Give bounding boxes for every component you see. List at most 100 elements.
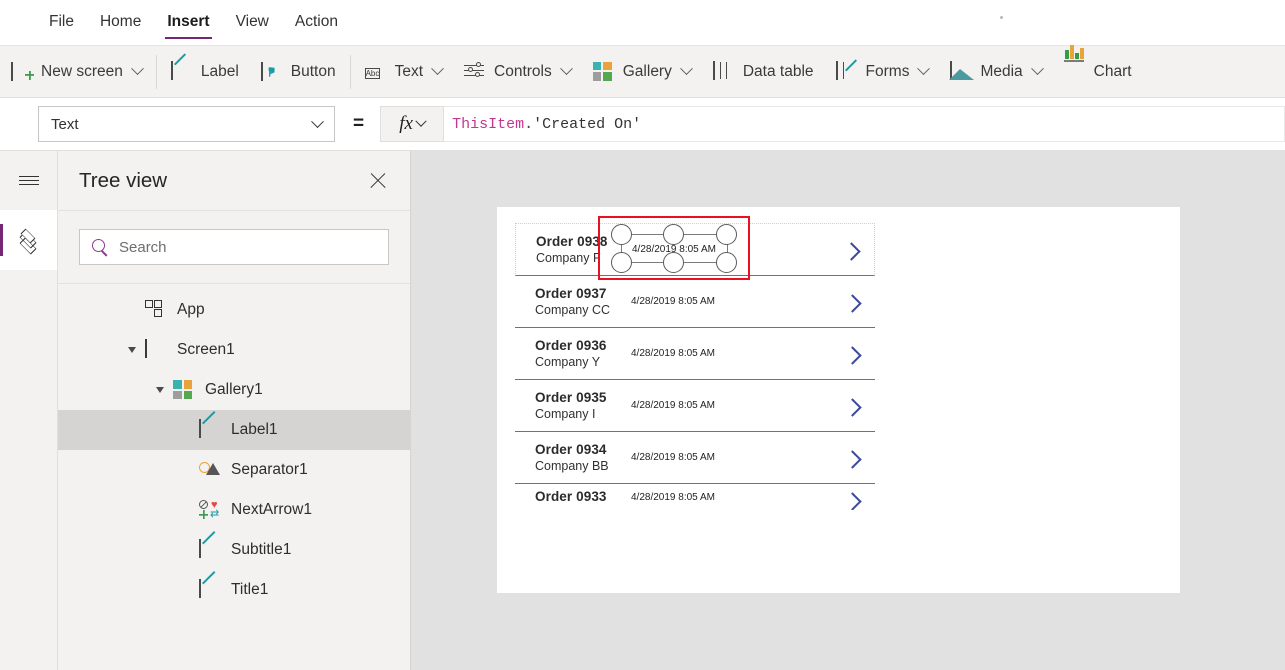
layers-icon <box>17 228 41 251</box>
next-arrow-icon: ♥ ⇄ <box>199 500 221 520</box>
chevron-down-icon <box>431 62 444 76</box>
tree-node-gallery1[interactable]: Gallery1 <box>58 370 410 410</box>
close-icon[interactable] <box>366 169 390 193</box>
gallery-icon <box>173 380 195 400</box>
gallery-row[interactable]: Order 0936 Company Y 4/28/2019 8:05 AM <box>515 328 875 380</box>
insert-controls-label: Controls <box>494 62 552 80</box>
tree-node-separator1[interactable]: Separator1 <box>58 450 410 490</box>
tree-node-screen1[interactable]: Screen1 <box>58 330 410 370</box>
gallery-icon <box>592 61 615 82</box>
insert-media-menu[interactable]: Media <box>939 52 1052 92</box>
tree-view-rail-button[interactable] <box>0 210 57 270</box>
menu-item-file[interactable]: File <box>36 0 87 42</box>
fx-button[interactable]: fx <box>380 106 445 142</box>
insert-chart-label: Chart <box>1093 62 1132 80</box>
gallery-row[interactable]: Order 0934 Company BB 4/28/2019 8:05 AM <box>515 432 875 484</box>
menu-bar: File Home Insert View Action <box>0 0 1285 45</box>
label-icon <box>199 579 221 600</box>
tree-node-title1[interactable]: Title1 <box>58 570 410 610</box>
menu-item-home[interactable]: Home <box>87 0 154 42</box>
resize-handle-bottom-center[interactable] <box>663 252 684 273</box>
label-icon <box>170 60 193 82</box>
gallery-row-texts: Order 0937 Company CC <box>535 286 628 318</box>
tree-node-nextarrow1[interactable]: ♥ ⇄ NextArrow1 <box>58 490 410 530</box>
design-canvas[interactable]: Order 0938 Company F 4/28/2019 8:05 AM O… <box>411 151 1285 670</box>
screen-icon <box>145 339 167 360</box>
tree-node-label: Screen1 <box>177 341 235 358</box>
formula-token-object: ThisItem <box>452 115 525 133</box>
gallery-row[interactable]: Order 0937 Company CC 4/28/2019 8:05 AM <box>515 276 875 328</box>
menu-item-insert[interactable]: Insert <box>154 0 222 42</box>
tree-node-app[interactable]: App <box>58 290 410 330</box>
gallery-row-date: 4/28/2019 8:05 AM <box>631 348 715 359</box>
forms-icon <box>835 60 858 82</box>
insert-gallery-menu[interactable]: Gallery <box>582 52 702 92</box>
chevron-down-icon[interactable] <box>128 347 136 353</box>
next-arrow-icon[interactable] <box>842 241 860 259</box>
insert-controls-menu[interactable]: Controls <box>453 52 582 92</box>
hamburger-menu-icon[interactable] <box>0 151 57 210</box>
chevron-down-icon <box>415 115 427 127</box>
gallery-row[interactable]: Order 0933 4/28/2019 8:05 AM <box>515 484 875 510</box>
menu-item-action[interactable]: Action <box>282 0 351 42</box>
chevron-down-icon[interactable] <box>156 387 164 393</box>
next-arrow-icon[interactable] <box>843 397 861 415</box>
tree-view-panel: Tree view Search App Screen1 Gallery1 La… <box>58 151 411 670</box>
data-table-icon <box>712 60 735 82</box>
resize-handle-top-center[interactable] <box>663 224 684 245</box>
gallery-row-texts: Order 0934 Company BB <box>535 442 628 474</box>
resize-handle-bottom-left[interactable] <box>611 252 632 273</box>
media-icon <box>950 60 972 82</box>
insert-media-label: Media <box>980 62 1023 80</box>
gallery-row-title: Order 0935 <box>535 389 607 405</box>
app-screen[interactable]: Order 0938 Company F 4/28/2019 8:05 AM O… <box>497 207 1180 593</box>
tree-node-subtitle1[interactable]: Subtitle1 <box>58 530 410 570</box>
resize-handle-bottom-right[interactable] <box>716 252 737 273</box>
search-input[interactable]: Search <box>79 229 389 265</box>
insert-data-table-label: Data table <box>742 62 814 80</box>
resize-handle-top-right[interactable] <box>716 224 737 245</box>
new-screen-button[interactable]: New screen <box>0 52 153 92</box>
gallery-row-subtitle: Company I <box>535 406 596 421</box>
next-arrow-icon[interactable] <box>843 345 861 363</box>
app-icon <box>145 300 167 320</box>
formula-input[interactable]: ThisItem. 'Created On' <box>444 106 1285 142</box>
tree-node-list: App Screen1 Gallery1 Label1 Separator1 ♥… <box>58 284 410 610</box>
tree-node-label: Gallery1 <box>205 381 263 398</box>
ribbon-divider <box>349 54 351 89</box>
gallery-row-date: 4/28/2019 8:05 AM <box>631 400 715 411</box>
property-select-value: Text <box>51 115 79 133</box>
formula-token-string: 'Created On' <box>533 115 642 133</box>
insert-chart-menu[interactable]: Chart <box>1053 44 1143 92</box>
gallery-row-texts: Order 0933 <box>535 489 628 505</box>
ribbon-divider <box>155 54 157 89</box>
chevron-down-icon <box>679 62 693 76</box>
powerapps-studio: File Home Insert View Action New screen … <box>0 0 1285 670</box>
next-arrow-icon[interactable] <box>843 293 861 311</box>
new-screen-label: New screen <box>41 62 123 80</box>
insert-button-label: Button <box>290 62 336 80</box>
tree-node-label: NextArrow1 <box>231 501 312 518</box>
gallery-row-title: Order 0933 <box>535 489 607 504</box>
gallery-row-texts: Order 0935 Company I <box>535 390 628 422</box>
insert-text-menu[interactable]: Abc Text <box>354 52 453 92</box>
tree-node-label1[interactable]: Label1 <box>58 410 410 450</box>
next-arrow-icon[interactable] <box>843 491 861 509</box>
gallery-row-title: Order 0937 <box>535 285 607 301</box>
insert-forms-menu[interactable]: Forms <box>825 52 940 92</box>
next-arrow-icon[interactable] <box>843 449 861 467</box>
chevron-down-icon <box>1030 62 1044 76</box>
insert-ribbon: New screen Label Button Abc Text Control… <box>0 44 1285 98</box>
resize-handle-top-left[interactable] <box>611 224 632 245</box>
menu-item-view[interactable]: View <box>223 0 282 42</box>
insert-data-table-button[interactable]: Data table <box>702 52 825 92</box>
insert-label-button[interactable]: Label <box>160 52 250 92</box>
gallery-row-subtitle: Company CC <box>535 302 611 317</box>
gallery-row[interactable]: Order 0935 Company I 4/28/2019 8:05 AM <box>515 380 875 432</box>
tree-view-header: Tree view <box>58 151 410 211</box>
gallery-row-title: Order 0936 <box>535 337 607 353</box>
insert-button-button[interactable]: Button <box>250 52 347 92</box>
property-select[interactable]: Text <box>38 106 335 142</box>
search-placeholder: Search <box>119 238 167 256</box>
insert-text-label: Text <box>394 62 424 80</box>
